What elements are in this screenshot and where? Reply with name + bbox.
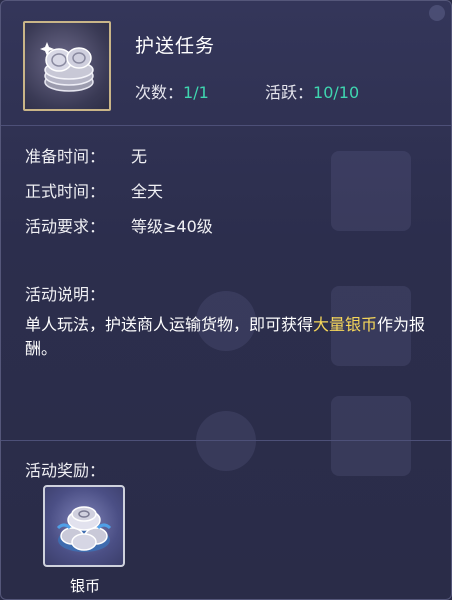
reward-name: 银币: [69, 577, 100, 595]
header-divider: [1, 125, 451, 126]
prep-time-row: 准备时间： 无: [25, 143, 147, 167]
official-time-label: 正式时间：: [25, 182, 106, 201]
activity-detail-panel: 护送任务 次数：1/1 活跃：10/10 准备时间： 无 正式时间： 全天 活动…: [0, 0, 452, 600]
requirement-row: 活动要求： 等级≥40级: [25, 213, 213, 237]
background-ghost-tile: [331, 396, 411, 476]
activity-points-label: 活跃：: [265, 83, 314, 102]
prep-time-value: 无: [131, 147, 148, 166]
silver-coin-pile-icon: [56, 506, 112, 552]
task-header: 护送任务 次数：1/1 活跃：10/10: [1, 1, 451, 125]
requirement-label: 活动要求：: [25, 217, 106, 236]
reward-item[interactable]: 银币: [43, 485, 127, 596]
description-label: 活动说明：: [25, 285, 106, 304]
activity-points: 活跃：10/10: [265, 79, 359, 103]
description-text-before: 单人玩法，护送商人运输货物，即可获得: [25, 315, 314, 334]
task-title: 护送任务: [135, 35, 216, 57]
description-highlight: 大量银币: [313, 315, 378, 334]
activity-points-value: 10/10: [313, 83, 360, 102]
task-icon-frame: [23, 21, 111, 111]
attempt-count: 次数：1/1: [135, 79, 209, 103]
official-time-row: 正式时间： 全天: [25, 178, 163, 202]
prep-time-label: 准备时间：: [25, 147, 106, 166]
attempt-count-label: 次数：: [135, 83, 184, 102]
official-time-value: 全天: [131, 182, 164, 201]
attempt-count-value: 1/1: [183, 83, 209, 102]
silver-coins-icon: [40, 42, 94, 92]
reward-divider: [1, 440, 451, 441]
background-ghost-tile: [331, 151, 411, 231]
reward-label: 活动奖励：: [25, 461, 106, 480]
description-text: 单人玩法，护送商人运输货物，即可获得大量银币作为报酬。: [25, 313, 435, 361]
requirement-value: 等级≥40级: [131, 217, 213, 236]
background-ghost-stamp: [196, 411, 256, 471]
reward-icon-frame[interactable]: [43, 485, 125, 567]
